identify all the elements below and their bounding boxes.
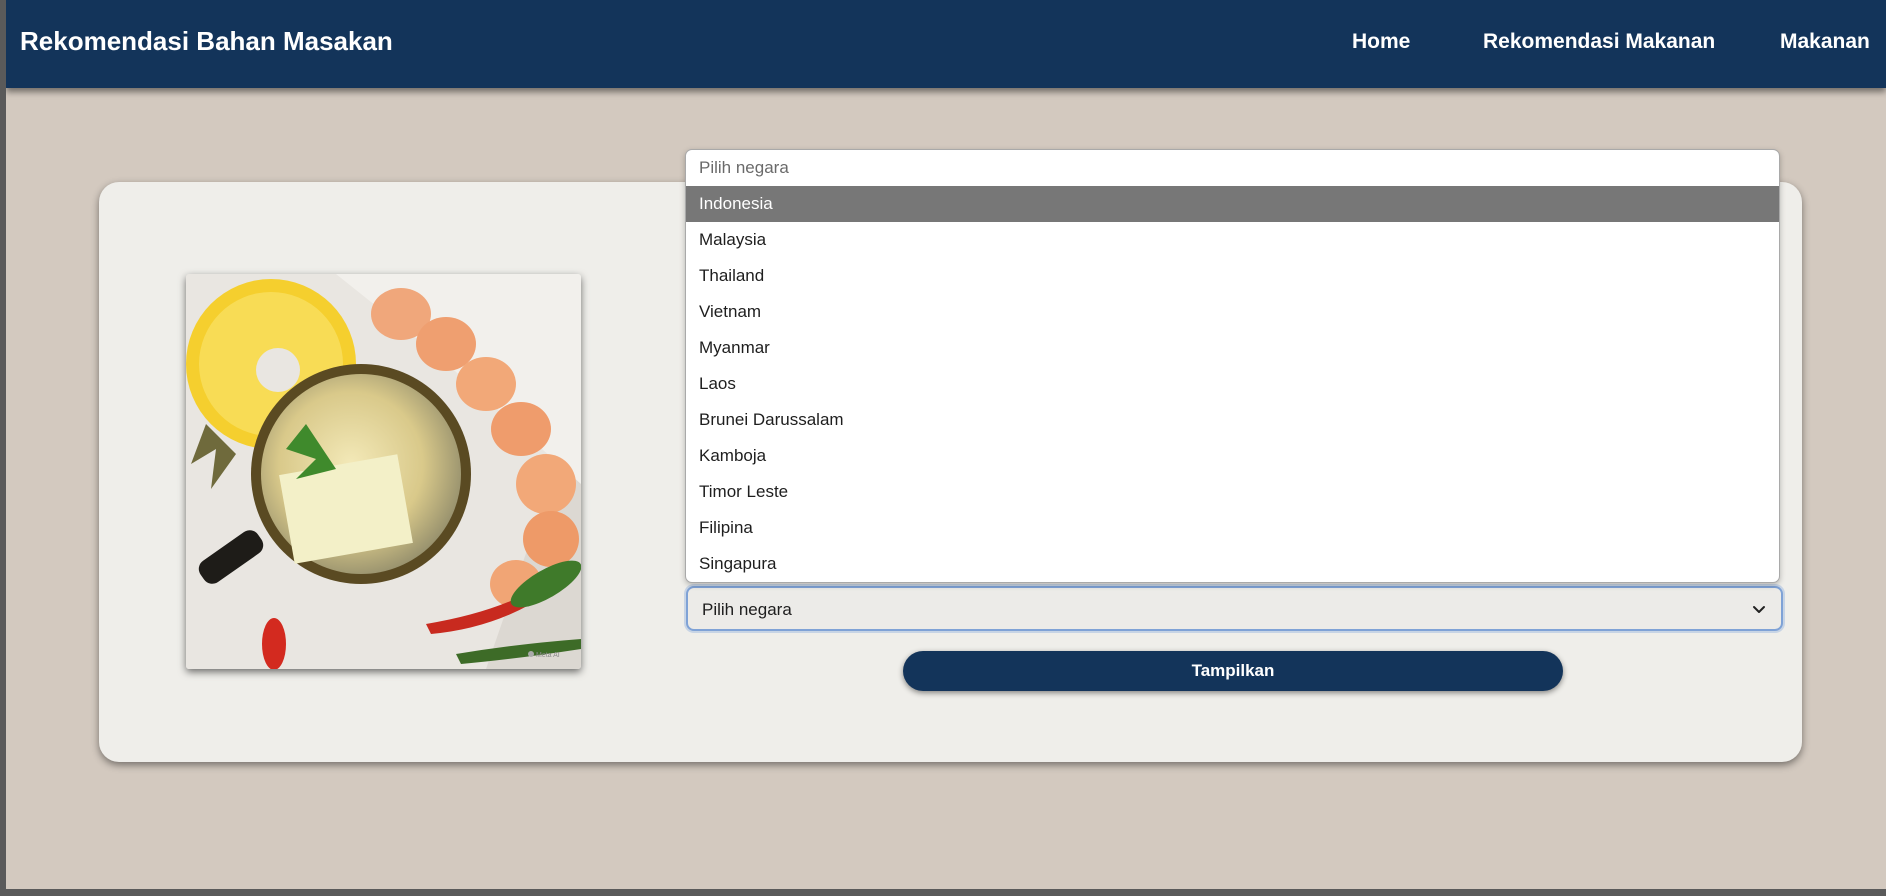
dropdown-option-singapura[interactable]: Singapura [686,546,1779,582]
nav-link-makanan[interactable]: Makanan [1780,30,1870,54]
window-bottom-edge [0,889,1886,896]
dropdown-option-filipina[interactable]: Filipina [686,510,1779,546]
country-dropdown: Pilih negara Indonesia Malaysia Thailand Vi… [685,149,1780,583]
navbar: Rekomendasi Bahan Masakan Home Rekomenda… [6,0,1886,88]
hero-image: Meta AI [186,274,581,669]
dropdown-option-indonesia[interactable]: Indonesia [686,186,1779,222]
dropdown-option-malaysia[interactable]: Malaysia [686,222,1779,258]
dropdown-option-laos[interactable]: Laos [686,366,1779,402]
chevron-down-icon [1751,601,1767,622]
country-select[interactable]: Pilih negara [686,586,1783,631]
brand-title[interactable]: Rekomendasi Bahan Masakan [20,26,393,57]
dropdown-options: Indonesia Malaysia Thailand Vietnam Myanmar L… [686,186,1779,582]
country-select-value: Pilih negara [702,600,792,619]
dropdown-option-thailand[interactable]: Thailand [686,258,1779,294]
dropdown-placeholder[interactable]: Pilih negara [686,150,1779,186]
nav-link-rekomendasi-makanan[interactable]: Rekomendasi Makanan [1483,30,1715,54]
dropdown-option-timor-leste[interactable]: Timor Leste [686,474,1779,510]
dropdown-option-brunei-darussalam[interactable]: Brunei Darussalam [686,402,1779,438]
dropdown-option-vietnam[interactable]: Vietnam [686,294,1779,330]
watermark-text: Meta AI [536,652,560,659]
app-window: Rekomendasi Bahan Masakan Home Rekomenda… [6,0,1886,889]
dropdown-option-kamboja[interactable]: Kamboja [686,438,1779,474]
dropdown-option-myanmar[interactable]: Myanmar [686,330,1779,366]
tampilkan-button[interactable]: Tampilkan [903,651,1563,691]
nav-link-home[interactable]: Home [1352,30,1410,54]
